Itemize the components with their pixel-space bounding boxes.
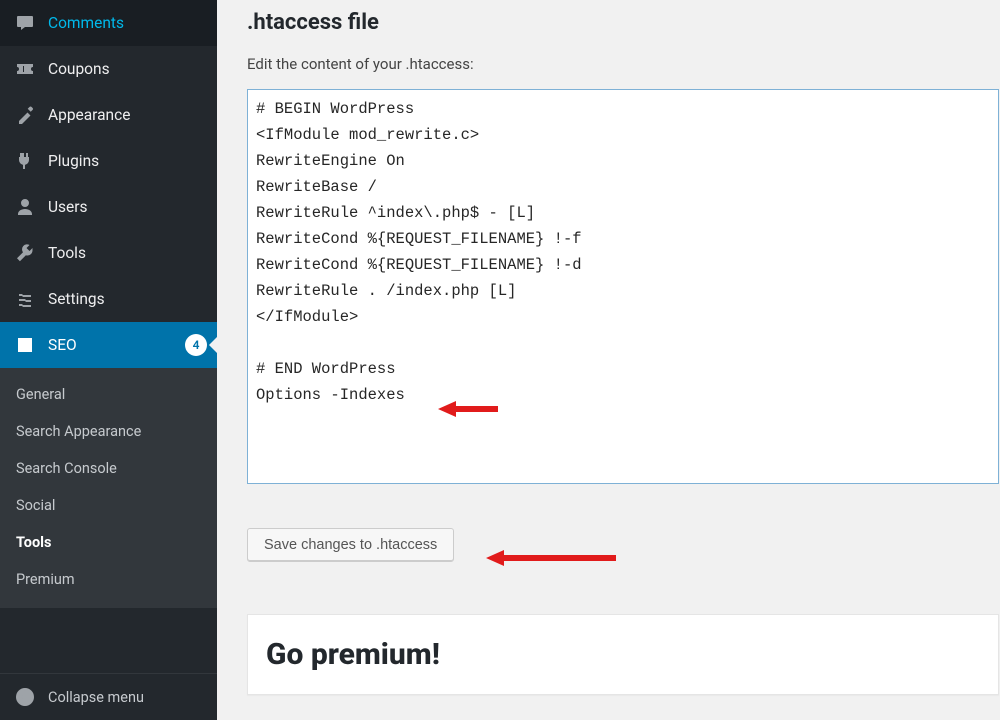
sidebar-item-settings[interactable]: Settings [0,276,217,322]
users-icon [14,196,36,218]
sidebar-item-label: Tools [48,244,207,262]
sidebar-item-users[interactable]: Users [0,184,217,230]
seo-icon [14,334,36,356]
collapse-label: Collapse menu [48,689,144,706]
sidebar-item-label: Plugins [48,152,207,170]
sidebar-item-tools[interactable]: Tools [0,230,217,276]
submenu-item-search-appearance[interactable]: Search Appearance [0,413,217,450]
sidebar-item-label: Settings [48,290,207,308]
submenu-item-premium[interactable]: Premium [0,561,217,598]
seo-badge: 4 [185,334,207,356]
main-content: .htaccess file Edit the content of your … [217,0,1000,720]
sidebar-item-comments[interactable]: Comments [0,0,217,46]
collapse-icon [14,686,36,708]
submenu-item-general[interactable]: General [0,376,217,413]
section-title-htaccess: .htaccess file [247,10,1000,35]
sidebar-item-label: Appearance [48,106,207,124]
htaccess-textarea[interactable] [247,89,999,484]
sidebar-item-label: SEO [48,336,169,354]
sidebar-item-label: Comments [48,14,207,32]
sidebar-item-plugins[interactable]: Plugins [0,138,217,184]
tools-icon [14,242,36,264]
sidebar-item-appearance[interactable]: Appearance [0,92,217,138]
submenu-item-search-console[interactable]: Search Console [0,450,217,487]
seo-submenu: General Search Appearance Search Console… [0,368,217,608]
sidebar-item-label: Coupons [48,60,207,78]
admin-sidebar: Comments Coupons Appearance Plugins User… [0,0,217,720]
coupons-icon [14,58,36,80]
sidebar-item-coupons[interactable]: Coupons [0,46,217,92]
collapse-menu-button[interactable]: Collapse menu [0,673,217,720]
settings-icon [14,288,36,310]
appearance-icon [14,104,36,126]
premium-title: Go premium! [266,637,980,672]
sidebar-item-seo[interactable]: SEO 4 [0,322,217,368]
premium-box: Go premium! [247,614,999,695]
submenu-item-social[interactable]: Social [0,487,217,524]
comments-icon [14,12,36,34]
save-htaccess-button[interactable]: Save changes to .htaccess [247,528,454,562]
plugins-icon [14,150,36,172]
htaccess-description: Edit the content of your .htaccess: [247,55,1000,73]
sidebar-item-label: Users [48,198,207,216]
submenu-item-tools[interactable]: Tools [0,524,217,561]
